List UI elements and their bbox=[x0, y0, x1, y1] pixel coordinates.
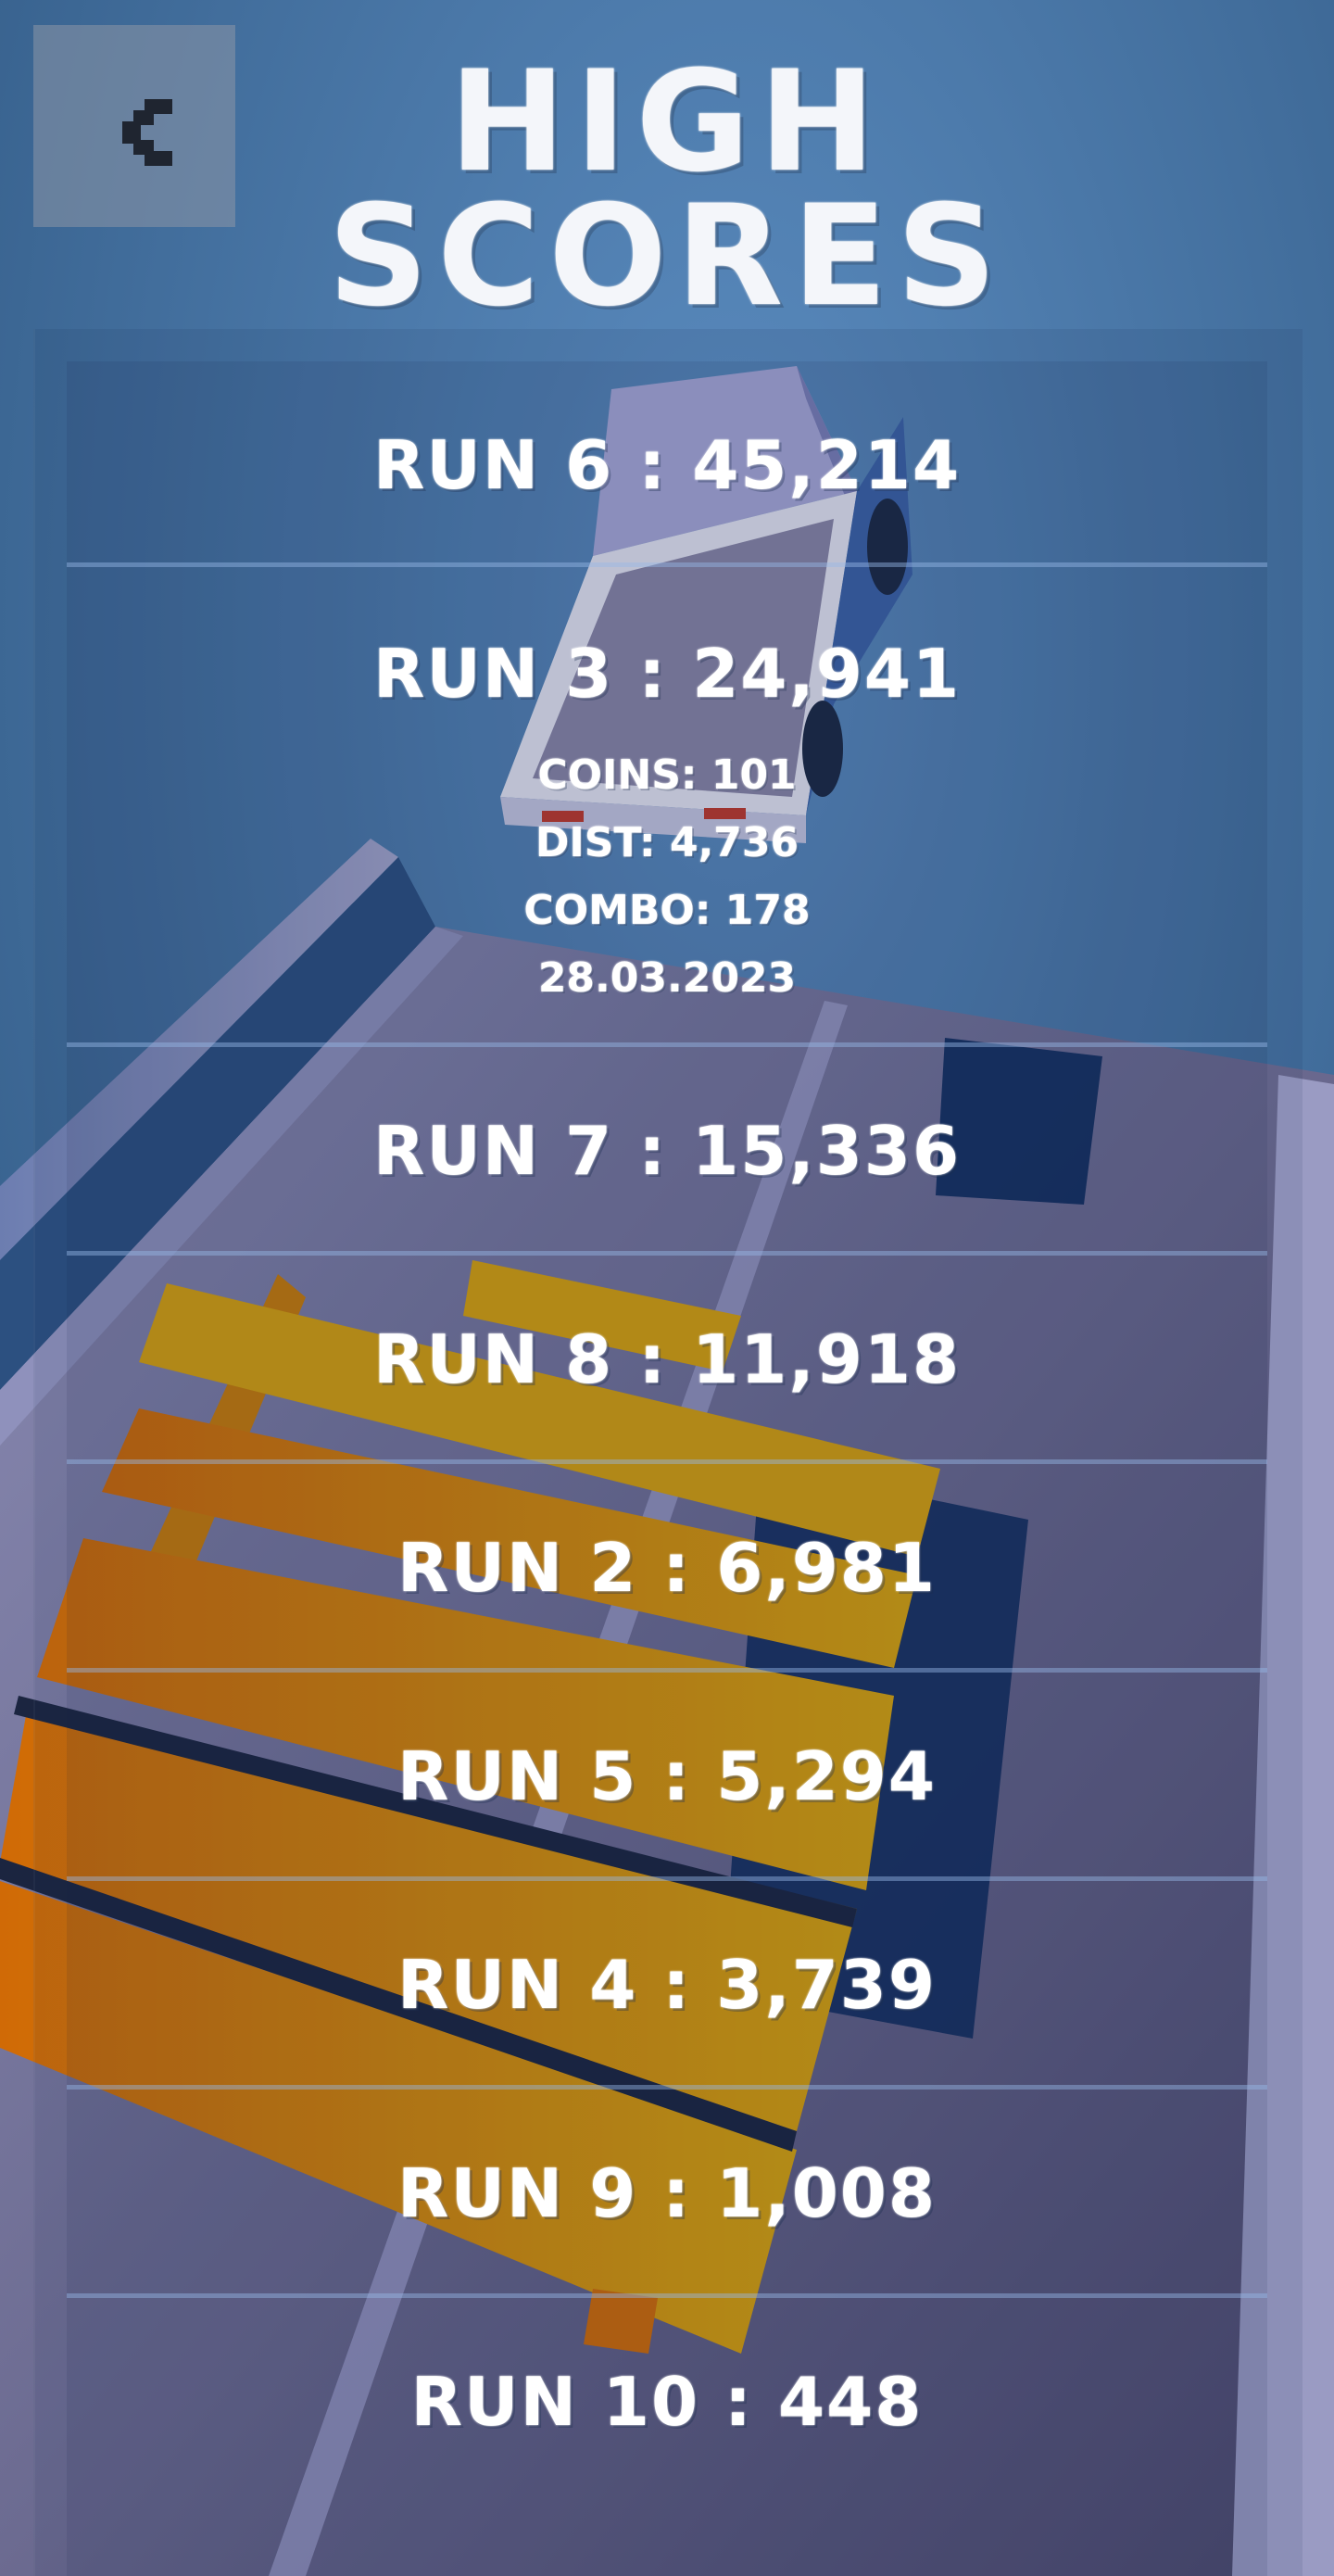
row-divider bbox=[67, 1668, 1267, 1673]
details-distance: DIST: 4,736 bbox=[535, 819, 799, 866]
score-row[interactable]: RUN 10 : 448 bbox=[67, 2363, 1267, 2441]
score-label: RUN 3 : 24,941 bbox=[372, 635, 962, 713]
row-divider bbox=[67, 1876, 1267, 1881]
score-label: RUN 9 : 1,008 bbox=[397, 2154, 937, 2232]
score-label: RUN 2 : 6,981 bbox=[397, 1529, 937, 1607]
score-row[interactable]: RUN 2 : 6,981 bbox=[67, 1529, 1267, 1607]
row-divider bbox=[67, 2085, 1267, 2090]
score-label: RUN 8 : 11,918 bbox=[372, 1320, 962, 1398]
row-divider bbox=[67, 562, 1267, 567]
score-row[interactable]: RUN 5 : 5,294 bbox=[67, 1737, 1267, 1815]
details-date: 28.03.2023 bbox=[537, 954, 797, 1002]
score-row[interactable]: RUN 4 : 3,739 bbox=[67, 1946, 1267, 2024]
score-label: RUN 6 : 45,214 bbox=[372, 426, 962, 504]
row-divider bbox=[67, 1042, 1267, 1047]
title-line-2: SCORES bbox=[328, 176, 1006, 337]
score-row[interactable]: RUN 7 : 15,336 bbox=[67, 1112, 1267, 1190]
run-details: COINS: 101 DIST: 4,736 COMBO: 178 28.03.… bbox=[67, 741, 1267, 1012]
score-label: RUN 7 : 15,336 bbox=[372, 1112, 962, 1190]
page-title: HIGH SCORES bbox=[0, 42, 1334, 337]
score-label: RUN 4 : 3,739 bbox=[397, 1946, 937, 2024]
row-divider bbox=[67, 2293, 1267, 2298]
row-divider bbox=[67, 1251, 1267, 1256]
row-divider bbox=[67, 1459, 1267, 1464]
score-label: RUN 10 : 448 bbox=[410, 2363, 924, 2441]
score-row[interactable]: RUN 8 : 11,918 bbox=[67, 1320, 1267, 1398]
details-combo: COMBO: 178 bbox=[523, 887, 811, 934]
score-row[interactable]: RUN 6 : 45,214 bbox=[67, 426, 1267, 504]
details-coins: COINS: 101 bbox=[537, 751, 797, 799]
score-label: RUN 5 : 5,294 bbox=[397, 1737, 937, 1815]
title-line-1: HIGH bbox=[448, 42, 885, 203]
score-row-expanded[interactable]: RUN 3 : 24,941 bbox=[67, 635, 1267, 713]
score-row[interactable]: RUN 9 : 1,008 bbox=[67, 2154, 1267, 2232]
